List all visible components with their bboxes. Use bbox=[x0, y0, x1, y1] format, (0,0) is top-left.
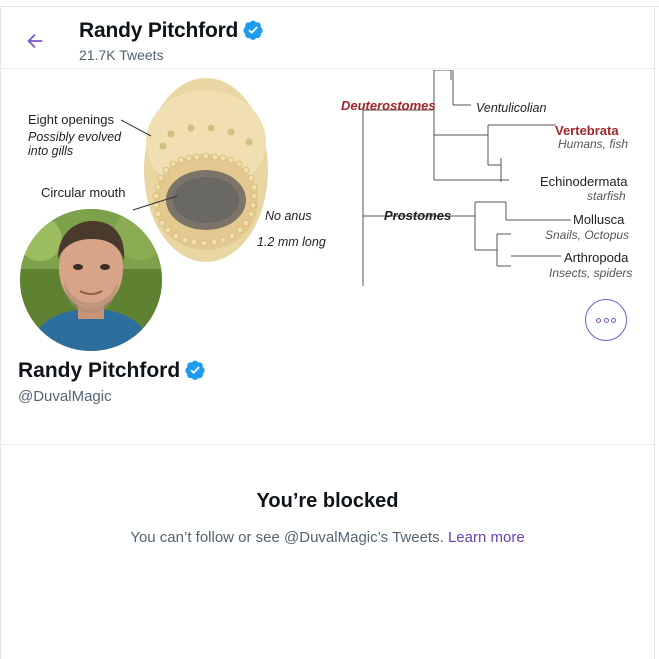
tweet-count: 21.7K Tweets bbox=[79, 47, 164, 63]
back-arrow-icon bbox=[27, 33, 43, 49]
label-snails-octopus: Snails, Octopus bbox=[545, 228, 629, 242]
label-mollusca: Mollusca bbox=[573, 212, 625, 227]
more-dot-icon bbox=[603, 317, 609, 323]
more-dot-icon bbox=[596, 317, 602, 323]
label-no-anus: No anus bbox=[265, 209, 312, 223]
avatar-photo bbox=[20, 209, 162, 351]
back-button[interactable] bbox=[17, 23, 53, 59]
more-dot-icon bbox=[610, 317, 616, 323]
learn-more-link[interactable]: Learn more bbox=[448, 529, 525, 546]
verified-badge-icon bbox=[243, 20, 263, 40]
label-length: 1.2 mm long bbox=[257, 235, 326, 249]
label-into-gills: into gills bbox=[28, 144, 73, 158]
profile-name: Randy Pitchford bbox=[18, 359, 206, 383]
section-divider bbox=[1, 444, 654, 445]
label-echinodermata: Echinodermata bbox=[540, 174, 628, 189]
label-insects-spiders: Insects, spiders bbox=[549, 266, 632, 280]
label-possibly-evolved: Possibly evolved bbox=[28, 130, 122, 144]
header-name-text: Randy Pitchford bbox=[79, 19, 239, 42]
label-eight-openings: Eight openings bbox=[28, 112, 115, 127]
profile-header: Randy Pitchford 21.7K Tweets bbox=[1, 7, 654, 69]
blocked-message-text: You can’t follow or see @DuvalMagic’s Tw… bbox=[130, 529, 444, 546]
profile-handle: @DuvalMagic bbox=[18, 388, 112, 405]
label-deuterostomes: Deuterostomes bbox=[341, 98, 436, 113]
label-arthropoda: Arthropoda bbox=[564, 250, 629, 265]
profile-name-text: Randy Pitchford bbox=[18, 359, 181, 382]
label-circular-mouth: Circular mouth bbox=[41, 185, 126, 200]
label-ventulicolian: Ventulicolian bbox=[476, 101, 546, 115]
label-vertebrata: Vertebrata bbox=[555, 123, 619, 138]
blocked-message: You can’t follow or see @DuvalMagic’s Tw… bbox=[0, 529, 655, 546]
label-starfish: starfish bbox=[587, 189, 626, 203]
header-title: Randy Pitchford bbox=[79, 19, 264, 43]
avatar[interactable] bbox=[16, 205, 166, 355]
label-prostomes: Prostomes bbox=[384, 208, 451, 223]
right-border bbox=[654, 6, 655, 659]
label-humans-fish: Humans, fish bbox=[558, 137, 628, 151]
more-options-button[interactable] bbox=[585, 299, 627, 341]
profile-page: Randy Pitchford 21.7K Tweets Eight openi… bbox=[0, 0, 659, 659]
verified-badge-icon bbox=[185, 360, 205, 380]
blocked-title: You’re blocked bbox=[256, 490, 399, 512]
